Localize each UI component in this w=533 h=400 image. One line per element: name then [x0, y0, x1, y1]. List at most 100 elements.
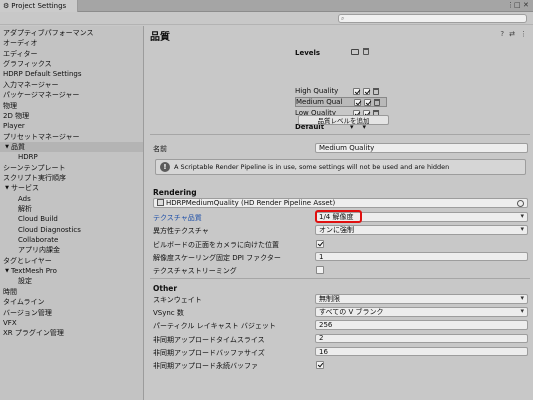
- sidebar-item[interactable]: スクリプト実行順序: [0, 173, 143, 183]
- sidebar-item[interactable]: パッケージマネージャー: [0, 90, 143, 100]
- sidebar-item[interactable]: HDRP Default Settings: [0, 69, 143, 79]
- add-quality-level-button[interactable]: 品質レベルを追加: [298, 115, 389, 125]
- sidebar-item[interactable]: バージョン管理: [0, 307, 143, 317]
- divider: [150, 134, 530, 135]
- level-platform-checkbox[interactable]: [363, 87, 370, 95]
- delete-level-icon[interactable]: [373, 87, 379, 95]
- sidebar-item[interactable]: XR プラグイン管理: [0, 328, 143, 338]
- sidebar-item-label: タイムライン: [3, 298, 45, 307]
- level-enabled-checkbox[interactable]: [354, 98, 361, 106]
- expand-arrow-icon: ▼: [5, 143, 9, 150]
- property-dropdown[interactable]: 無制限: [315, 294, 528, 304]
- quality-level-row[interactable]: High Quality: [295, 86, 387, 96]
- sidebar-item[interactable]: ▼ TextMesh Pro: [0, 266, 143, 276]
- window-tab[interactable]: ⚙ Project Settings: [0, 0, 78, 12]
- sidebar-item[interactable]: Collaborate: [0, 235, 143, 245]
- property-checkbox[interactable]: [316, 239, 324, 248]
- property-number-field[interactable]: 1: [315, 251, 528, 262]
- info-text: A Scriptable Render Pipeline is in use, …: [174, 163, 450, 171]
- property-checkbox[interactable]: [316, 361, 324, 369]
- sidebar-item-label: VFX: [3, 318, 17, 327]
- rendering-heading: Rendering: [153, 188, 197, 197]
- sidebar-item[interactable]: アプリ内課金: [0, 245, 143, 255]
- sidebar-item[interactable]: アダプティブパフォーマンス: [0, 28, 143, 38]
- object-picker-icon[interactable]: [517, 200, 524, 207]
- sidebar-item[interactable]: エディター: [0, 49, 143, 59]
- sidebar-item-label: パッケージマネージャー: [3, 91, 80, 100]
- sidebar-item[interactable]: 物理: [0, 100, 143, 110]
- gear-icon: ⚙: [3, 2, 10, 10]
- property-number-field[interactable]: 16: [315, 346, 528, 357]
- level-enabled-checkbox[interactable]: [353, 87, 360, 95]
- sidebar-item-label: プリセットマネージャー: [3, 132, 80, 141]
- sidebar-item-label: 物理: [3, 101, 17, 110]
- property-label: 非同期アップロードタイムスライス: [153, 335, 265, 344]
- sidebar-item[interactable]: Cloud Diagnostics: [0, 225, 143, 235]
- sidebar-item[interactable]: オーディオ: [0, 38, 143, 48]
- sidebar-item[interactable]: Player: [0, 121, 143, 131]
- sidebar-item-label: サービス: [11, 184, 39, 193]
- sidebar-item[interactable]: VFX: [0, 318, 143, 328]
- preset-icon[interactable]: ⇄: [509, 30, 515, 38]
- sidebar-item[interactable]: プリセットマネージャー: [0, 132, 143, 142]
- property-dropdown[interactable]: すべての V ブランク: [315, 307, 528, 317]
- sidebar-item-label: 設定: [18, 277, 32, 286]
- highlight-box: [315, 210, 362, 223]
- sidebar-item-label: タグとレイヤー: [3, 256, 52, 265]
- more-menu-icon[interactable]: ⋮: [520, 30, 527, 38]
- sidebar-item-label: TextMesh Pro: [11, 267, 57, 276]
- quality-level-name: High Quality: [295, 87, 339, 95]
- sidebar-item-label: 解析: [18, 205, 32, 214]
- sidebar-item[interactable]: HDRP: [0, 152, 143, 162]
- sidebar-item[interactable]: 入力マネージャー: [0, 80, 143, 90]
- sidebar-item[interactable]: Ads: [0, 194, 143, 204]
- sidebar-item-label: シーンテンプレート: [3, 163, 66, 172]
- sidebar-item[interactable]: ▼ サービス: [0, 183, 143, 193]
- sidebar-item[interactable]: タグとレイヤー: [0, 256, 143, 266]
- sidebar-item-label: アプリ内課金: [18, 246, 60, 255]
- sidebar-item[interactable]: Cloud Build: [0, 214, 143, 224]
- quality-level-row[interactable]: Medium Qual: [295, 97, 387, 107]
- sidebar-item-label: エディター: [3, 49, 38, 58]
- search-input[interactable]: ⌕: [338, 14, 527, 23]
- sidebar-item[interactable]: ▼ 品質: [0, 141, 143, 153]
- sidebar-item-label: Collaborate: [18, 236, 59, 245]
- sidebar-item[interactable]: タイムライン: [0, 297, 143, 307]
- property-number-field[interactable]: 256: [315, 320, 528, 330]
- property-dropdown[interactable]: オンに強制: [315, 225, 528, 235]
- info-box: ! A Scriptable Render Pipeline is in use…: [155, 159, 526, 175]
- sidebar-item[interactable]: 時間: [0, 287, 143, 297]
- sidebar-item-label: 時間: [3, 287, 17, 296]
- asset-icon: [157, 199, 164, 207]
- sidebar-item[interactable]: 解析: [0, 204, 143, 214]
- maximize-icon[interactable]: □: [514, 1, 521, 9]
- sidebar-item-label: HDRP Default Settings: [3, 70, 82, 79]
- sidebar-item[interactable]: 設定: [0, 276, 143, 286]
- sidebar-item-label: Ads: [18, 194, 31, 203]
- property-checkbox[interactable]: [316, 266, 324, 275]
- close-icon[interactable]: ✕: [523, 1, 529, 9]
- sidebar-item[interactable]: グラフィックス: [0, 59, 143, 69]
- other-heading: Other: [153, 284, 178, 293]
- menu-icon[interactable]: ⋮: [507, 1, 514, 9]
- sidebar-item-label: 入力マネージャー: [3, 80, 59, 89]
- sidebar-item-label: グラフィックス: [3, 60, 52, 69]
- trash-icon: [363, 48, 369, 57]
- property-number-field[interactable]: 2: [315, 333, 528, 344]
- sidebar-item-label: XR プラグイン管理: [3, 329, 64, 338]
- property-label: 異方性テクスチャ: [153, 227, 209, 236]
- help-icon[interactable]: ?: [500, 30, 504, 38]
- levels-heading: Levels: [295, 49, 321, 57]
- level-platform-checkbox[interactable]: [364, 98, 371, 106]
- render-pipeline-asset-field[interactable]: HDRPMediumQuality (HD Render Pipeline As…: [153, 198, 528, 208]
- settings-sidebar: アダプティブパフォーマンス オーディオ エディターグラフィックス HDRP Defau…: [0, 26, 144, 400]
- page-title: 品質: [150, 32, 170, 43]
- name-field[interactable]: Medium Quality: [315, 143, 528, 153]
- window-tab-title: Project Settings: [11, 2, 67, 10]
- info-icon: !: [160, 162, 170, 172]
- sidebar-item[interactable]: 2D 物理: [0, 111, 143, 121]
- divider-2: [150, 278, 530, 279]
- sidebar-item-label: Player: [3, 122, 25, 131]
- delete-level-icon[interactable]: [374, 98, 380, 106]
- sidebar-item[interactable]: シーンテンプレート: [0, 163, 143, 173]
